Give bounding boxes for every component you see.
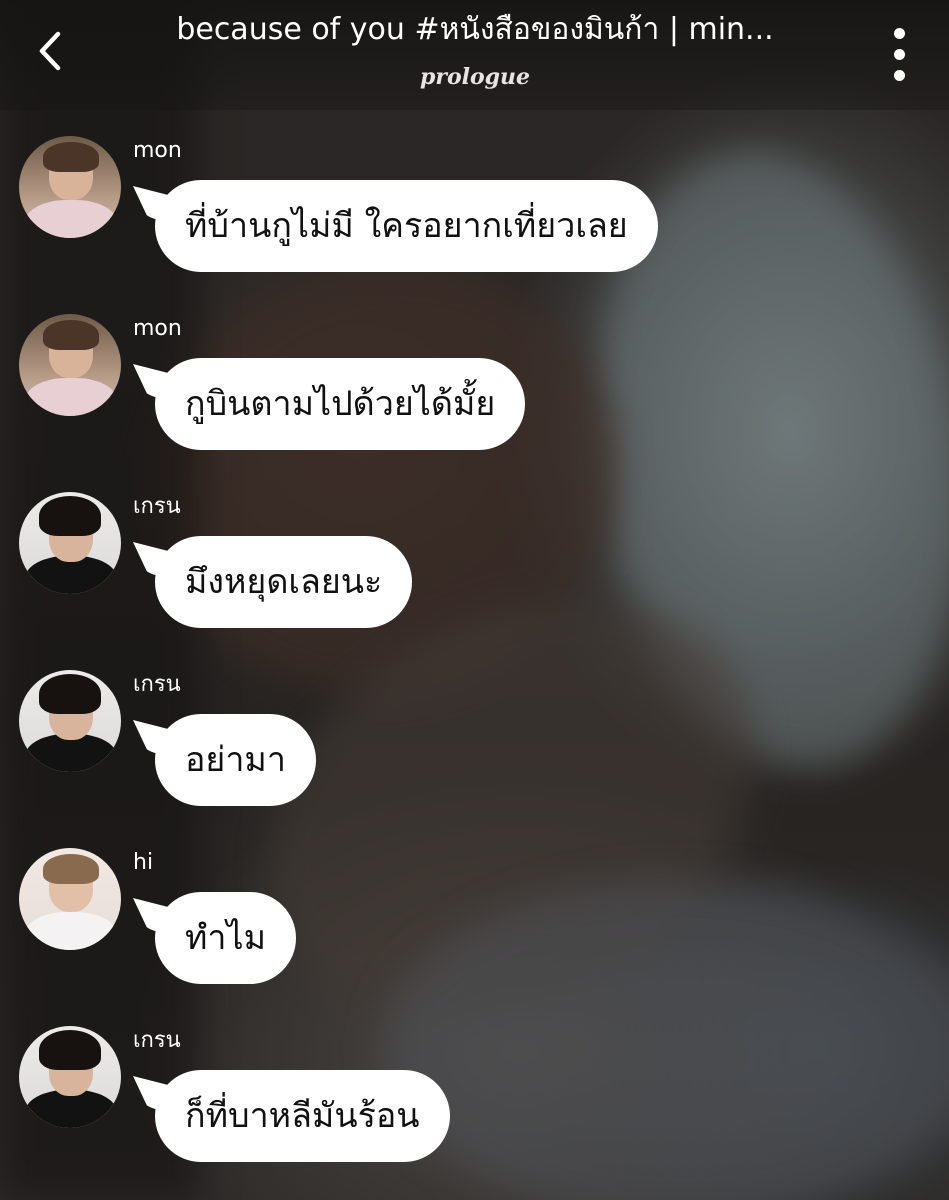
sender-name: เกรน	[133, 672, 181, 697]
message-bubble: ทำไม	[155, 892, 297, 984]
sender-name: mon	[133, 138, 182, 163]
chat-message: เกรน มึงหยุดเลยนะ	[0, 492, 949, 642]
back-button[interactable]	[28, 28, 74, 74]
chevron-left-icon	[39, 31, 61, 71]
avatar[interactable]	[19, 670, 121, 772]
message-bubble: กูบินตามไปด้วยได้มั้ย	[155, 358, 526, 450]
avatar[interactable]	[19, 136, 121, 238]
message-bubble: มึงหยุดเลยนะ	[155, 536, 413, 628]
story-title: because of you #หนังสือของมินก้า | min..…	[176, 12, 774, 47]
top-bar: because of you #หนังสือของมินก้า | min..…	[0, 0, 949, 110]
avatar[interactable]	[19, 848, 121, 950]
message-bubble: ที่บ้านกูไม่มี ใครอยากเที่ยวเลย	[155, 180, 658, 272]
sender-name: hi	[133, 850, 154, 875]
avatar[interactable]	[19, 1026, 121, 1128]
message-bubble: ก็ที่บาหลีมันร้อน	[155, 1070, 450, 1162]
sender-name: mon	[133, 316, 182, 341]
chat-message: เกรน ก็ที่บาหลีมันร้อน	[0, 1026, 949, 1176]
chapter-subtitle: prologue	[419, 64, 531, 90]
sender-name: เกรน	[133, 1028, 181, 1053]
chat-message: mon กูบินตามไปด้วยได้มั้ย	[0, 314, 949, 464]
chat-message: mon ที่บ้านกูไม่มี ใครอยากเที่ยวเลย	[0, 136, 949, 286]
message-bubble: อย่ามา	[155, 714, 316, 806]
sender-name: เกรน	[133, 494, 181, 519]
avatar[interactable]	[19, 314, 121, 416]
avatar[interactable]	[19, 492, 121, 594]
chat-message: เกรน อย่ามา	[0, 670, 949, 820]
chat-message: hi ทำไม	[0, 848, 949, 998]
more-options-button[interactable]	[880, 26, 920, 82]
